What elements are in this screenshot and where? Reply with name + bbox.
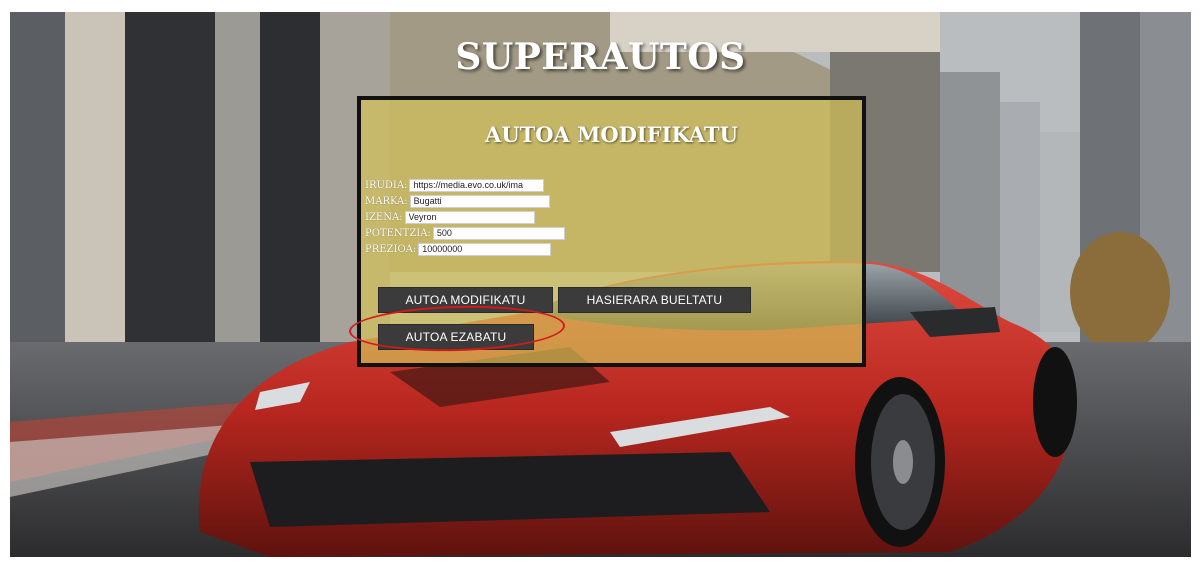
car-form: IRUDIA: MARKA: IZENA: POTENTZIA: PREZIOA…: [365, 177, 565, 257]
form-row-image: IRUDIA:: [365, 177, 565, 193]
power-input[interactable]: [432, 226, 565, 240]
price-label: PREZIOA:: [365, 243, 417, 255]
brand-input[interactable]: [409, 194, 550, 208]
form-row-name: IZENA:: [365, 209, 565, 225]
panel-title: AUTOA MODIFIKATU: [485, 122, 738, 147]
price-input[interactable]: [418, 242, 552, 256]
form-row-brand: MARKA:: [365, 193, 565, 209]
form-row-power: POTENTZIA:: [365, 225, 565, 241]
site-title: SUPERAUTOS: [455, 36, 746, 78]
image-label: IRUDIA:: [365, 179, 408, 191]
name-label: IZENA:: [365, 211, 403, 223]
back-home-button[interactable]: HASIERARA BUELTATU: [558, 287, 751, 313]
page-background: SUPERAUTOS AUTOA MODIFIKATU IRUDIA: MARK…: [10, 12, 1191, 557]
power-label: POTENTZIA:: [365, 227, 431, 239]
brand-label: MARKA:: [365, 195, 408, 207]
image-url-input[interactable]: [409, 178, 545, 192]
name-input[interactable]: [404, 210, 535, 224]
form-row-price: PREZIOA:: [365, 241, 565, 257]
